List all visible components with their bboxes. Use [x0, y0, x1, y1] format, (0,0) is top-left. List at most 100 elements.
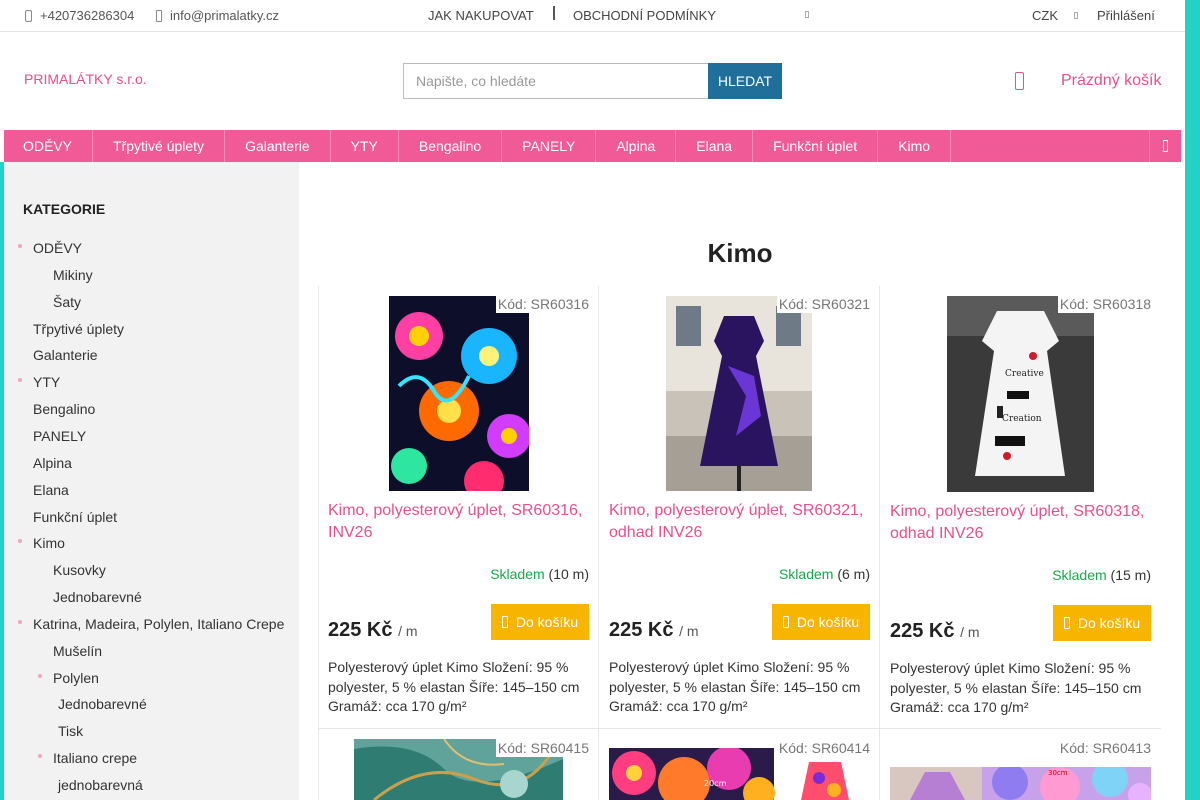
- menu-item-odevy[interactable]: ODĚVY: [4, 130, 94, 162]
- menu-item-galanterie[interactable]: Galanterie: [225, 130, 331, 162]
- sidebar-item[interactable]: Katrina, Madeira, Polylen, Italiano Crep…: [33, 616, 284, 632]
- sidebar-item[interactable]: Funkční úplet: [33, 509, 117, 525]
- product-price: 225 Kč / m: [609, 619, 699, 642]
- link-obchodni-podminky[interactable]: OBCHODNÍ PODMÍNKY: [573, 8, 716, 23]
- product-name[interactable]: Kimo, polyesterový úplet, SR60316, INV26: [328, 500, 593, 544]
- stock-status: Skladem (6 m): [779, 566, 870, 582]
- sidebar-item[interactable]: Jednobarevné: [53, 589, 142, 605]
- menu-item-bengalino[interactable]: Bengalino: [399, 130, 503, 162]
- menu-item-funkcni-uplet[interactable]: Funkční úplet: [753, 130, 879, 162]
- login-link[interactable]: Přihlášení: [1097, 8, 1155, 23]
- menu-item-alpina[interactable]: Alpina: [596, 130, 677, 162]
- add-to-cart-button[interactable]: Do košíku: [1053, 605, 1151, 641]
- stock-qty: (6 m): [837, 566, 870, 582]
- dress-photo: Creative Creation: [947, 296, 1094, 492]
- phone-number: +420736286304: [40, 8, 135, 23]
- add-to-cart-label: Do košíku: [796, 614, 860, 630]
- phone-icon: [25, 9, 32, 22]
- product-code: Kód: SR60415: [495, 739, 589, 757]
- sidebar-item[interactable]: Kusovky: [53, 562, 106, 578]
- product-card[interactable]: Kód: SR60321 Kimo, polyesterový úplet, S…: [600, 286, 880, 726]
- cart-link[interactable]: Prázdný košík: [1061, 72, 1161, 90]
- menu-item-elana[interactable]: Elana: [676, 130, 754, 162]
- product-name[interactable]: Kimo, polyesterový úplet, SR60318, odhad…: [890, 501, 1155, 545]
- sidebar-item[interactable]: Mikiny: [53, 267, 93, 283]
- cart-icon[interactable]: [1015, 72, 1024, 90]
- sidebar-item[interactable]: Mušelín: [53, 643, 102, 659]
- sidebar-item[interactable]: ODĚVY: [33, 240, 82, 256]
- product-description: Polyesterový úplet Kimo Složení: 95 % po…: [328, 659, 580, 714]
- image-caption: 20cm: [704, 779, 727, 788]
- menu-item-panely[interactable]: PANELY: [502, 130, 597, 162]
- stock-label: Skladem: [1052, 567, 1107, 583]
- product-price: 225 Kč / m: [890, 620, 980, 643]
- site-logo[interactable]: PRIMALÁTKY s.r.o.: [24, 71, 147, 87]
- add-to-cart-button[interactable]: Do košíku: [491, 604, 589, 640]
- price-value: 225 Kč: [609, 619, 674, 641]
- dress-photo: [666, 296, 812, 491]
- currency-label: CZK: [1032, 8, 1058, 23]
- link-jak-nakupovat[interactable]: JAK NAKUPOVAT: [428, 8, 534, 23]
- more-links-toggle[interactable]: [805, 11, 809, 18]
- search-input[interactable]: [403, 63, 709, 99]
- product-card[interactable]: 30cm Kód: SR60413: [881, 729, 1161, 800]
- add-to-cart-button[interactable]: Do košíku: [772, 604, 870, 640]
- product-image[interactable]: [389, 296, 529, 491]
- expand-bullet-icon[interactable]: [38, 673, 42, 678]
- email-contact[interactable]: info@primalatky.cz: [156, 8, 279, 23]
- product-image[interactable]: 30cm: [890, 767, 1151, 800]
- phone-contact[interactable]: +420736286304: [25, 8, 134, 23]
- menu-item-trpytive-uplety[interactable]: Třpytivé úplety: [93, 130, 226, 162]
- search-button[interactable]: HLEDAT: [708, 63, 782, 99]
- add-to-cart-label: Do košíku: [515, 614, 579, 630]
- expand-bullet-icon[interactable]: [18, 378, 22, 383]
- sidebar-item[interactable]: jednobarevná: [58, 777, 143, 793]
- category-sidebar: KATEGORIE ODĚVY Mikiny Šaty Třpytivé úplety…: [4, 162, 299, 800]
- sidebar-item[interactable]: Bengalino: [33, 401, 95, 417]
- stock-status: Skladem (10 m): [490, 566, 589, 582]
- price-unit: / m: [398, 623, 418, 639]
- product-card[interactable]: 20cm Kód: SR60414: [600, 729, 880, 800]
- price-value: 225 Kč: [890, 620, 955, 642]
- menu-item-kimo[interactable]: Kimo: [878, 130, 952, 162]
- sidebar-item[interactable]: Jednobarevné: [58, 696, 147, 712]
- expand-bullet-icon[interactable]: [18, 244, 22, 248]
- currency-selector[interactable]: CZK: [1032, 8, 1078, 23]
- expand-bullet-icon[interactable]: [18, 539, 22, 544]
- price-unit: / m: [679, 623, 699, 639]
- product-code: Kód: SR60321: [776, 295, 870, 313]
- sidebar-item[interactable]: Polylen: [53, 670, 99, 686]
- product-card[interactable]: Creative Creation Kód: SR60318 Kimo, pol…: [881, 286, 1161, 726]
- expand-bullet-icon[interactable]: [38, 754, 42, 759]
- price-unit: / m: [960, 624, 980, 640]
- sidebar-item[interactable]: YTY: [33, 374, 60, 390]
- sidebar-item[interactable]: Šaty: [53, 294, 81, 310]
- price-value: 225 Kč: [328, 619, 393, 641]
- fabric-pattern-image: [389, 296, 529, 491]
- product-image[interactable]: [666, 296, 812, 491]
- stock-qty: (10 m): [548, 566, 589, 582]
- sidebar-item[interactable]: Elana: [33, 482, 69, 498]
- image-caption: 30cm: [1048, 769, 1068, 777]
- sidebar-item[interactable]: Galanterie: [33, 347, 98, 363]
- expand-bullet-icon[interactable]: [18, 619, 22, 624]
- sidebar-item[interactable]: Třpytivé úplety: [33, 321, 124, 337]
- add-to-cart-label: Do košíku: [1077, 615, 1141, 631]
- menu-item-yty[interactable]: YTY: [331, 130, 399, 162]
- sidebar-item[interactable]: Italiano crepe: [53, 750, 137, 766]
- sidebar-item[interactable]: PANELY: [33, 428, 86, 444]
- menu-more-button[interactable]: [1149, 130, 1181, 162]
- chevron-down-icon: [805, 11, 809, 18]
- sidebar-heading: KATEGORIE: [23, 201, 106, 217]
- product-name[interactable]: Kimo, polyesterový úplet, SR60321, odhad…: [609, 500, 874, 544]
- stock-qty: (15 m): [1110, 567, 1151, 583]
- product-card[interactable]: Kód: SR60415: [319, 729, 599, 800]
- fabric-pattern-image: 30cm: [890, 767, 1151, 800]
- product-description: Polyesterový úplet Kimo Složení: 95 % po…: [609, 659, 861, 714]
- product-image[interactable]: Creative Creation: [947, 296, 1094, 492]
- chevron-down-icon: [1074, 12, 1078, 19]
- sidebar-item[interactable]: Alpina: [33, 455, 72, 471]
- sidebar-item[interactable]: Tisk: [58, 723, 83, 739]
- sidebar-item[interactable]: Kimo: [33, 535, 65, 551]
- product-card[interactable]: Kód: SR60316 Kimo, polyesterový úplet, S…: [319, 286, 599, 726]
